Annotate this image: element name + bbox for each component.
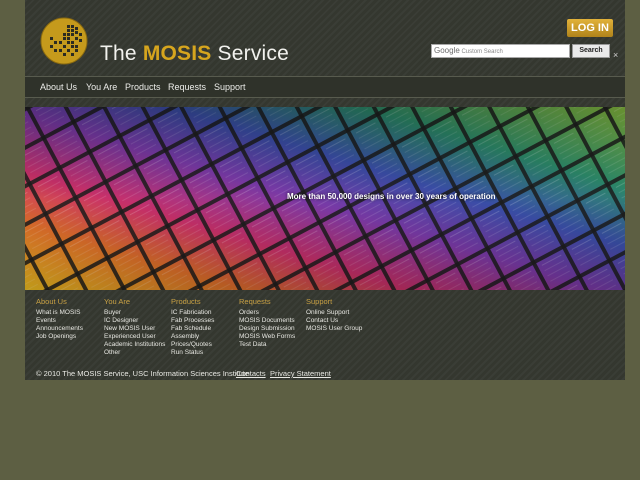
login-button[interactable]: LOG IN — [567, 19, 613, 37]
footer-link[interactable]: Buyer — [104, 309, 165, 317]
footer-link[interactable]: Job Openings — [36, 333, 83, 341]
footer-column-you-are: You Are Buyer IC Designer New MOSIS User… — [104, 297, 165, 357]
footer-link[interactable]: MOSIS User Group — [306, 325, 362, 333]
footer-heading[interactable]: Support — [306, 297, 362, 306]
footer-heading[interactable]: Requests — [239, 297, 295, 306]
title-suffix: Service — [211, 42, 289, 65]
search-input[interactable]: Google Custom Search — [431, 44, 570, 58]
footer-link[interactable]: MOSIS Web Forms — [239, 333, 295, 341]
footer-column-about-us: About Us What is MOSIS Events Announceme… — [36, 297, 83, 341]
nav-about-us[interactable]: About Us — [40, 82, 77, 92]
footer-link[interactable]: Fab Schedule — [171, 325, 214, 333]
footer-link[interactable]: Other — [104, 349, 165, 357]
title-prefix: The — [100, 42, 143, 65]
header: The MOSIS Service LOG IN Google Custom S… — [25, 0, 625, 76]
footer-link[interactable]: Prices/Quotes — [171, 341, 214, 349]
footer-link[interactable]: MOSIS Documents — [239, 317, 295, 325]
footer-link[interactable]: Online Support — [306, 309, 362, 317]
footer-heading[interactable]: Products — [171, 297, 214, 306]
hero-banner: More than 50,000 designs in over 30 year… — [25, 107, 625, 290]
search-placeholder: Custom Search — [461, 49, 503, 55]
footer-link[interactable]: Experienced User — [104, 333, 165, 341]
footer-link[interactable]: IC Fabrication — [171, 309, 214, 317]
footer-link[interactable]: Events — [36, 317, 83, 325]
nav-you-are[interactable]: You Are — [86, 82, 117, 92]
nav-products[interactable]: Products — [125, 82, 161, 92]
footer-link[interactable]: Announcements — [36, 325, 83, 333]
mosis-logo[interactable] — [40, 17, 88, 65]
footer-column-support: Support Online Support Contact Us MOSIS … — [306, 297, 362, 333]
footer-link[interactable]: What is MOSIS — [36, 309, 83, 317]
contacts-link[interactable]: Contacts — [236, 369, 266, 378]
nav-support[interactable]: Support — [214, 82, 246, 92]
footer-heading[interactable]: You Are — [104, 297, 165, 306]
footer-column-products: Products IC Fabrication Fab Processes Fa… — [171, 297, 214, 357]
main-nav: About Us You Are Products Requests Suppo… — [25, 76, 625, 98]
footer-link[interactable]: Fab Processes — [171, 317, 214, 325]
footer-link[interactable]: Run Status — [171, 349, 214, 357]
google-brand: Google — [434, 46, 460, 55]
site-title[interactable]: The MOSIS Service — [100, 42, 289, 66]
hero-caption: More than 50,000 designs in over 30 year… — [287, 192, 496, 201]
footer-link[interactable]: Assembly — [171, 333, 214, 341]
privacy-statement-link[interactable]: Privacy Statement — [270, 369, 331, 378]
footer-column-requests: Requests Orders MOSIS Documents Design S… — [239, 297, 295, 349]
footer-link[interactable]: Orders — [239, 309, 295, 317]
search-button[interactable]: Search — [572, 44, 610, 58]
footer-link[interactable]: Academic Institutions — [104, 341, 165, 349]
footer-heading[interactable]: About Us — [36, 297, 83, 306]
title-accent: MOSIS — [142, 42, 212, 65]
page-container: The MOSIS Service LOG IN Google Custom S… — [25, 0, 625, 380]
nav-requests[interactable]: Requests — [168, 82, 206, 92]
footer-link[interactable]: Contact Us — [306, 317, 362, 325]
footer-link[interactable]: Design Submission — [239, 325, 295, 333]
close-icon[interactable]: × — [613, 50, 618, 60]
footer-link[interactable]: Test Data — [239, 341, 295, 349]
footer-link[interactable]: IC Designer — [104, 317, 165, 325]
footer-link[interactable]: New MOSIS User — [104, 325, 165, 333]
copyright-text: © 2010 The MOSIS Service, USC Informatio… — [36, 369, 249, 378]
